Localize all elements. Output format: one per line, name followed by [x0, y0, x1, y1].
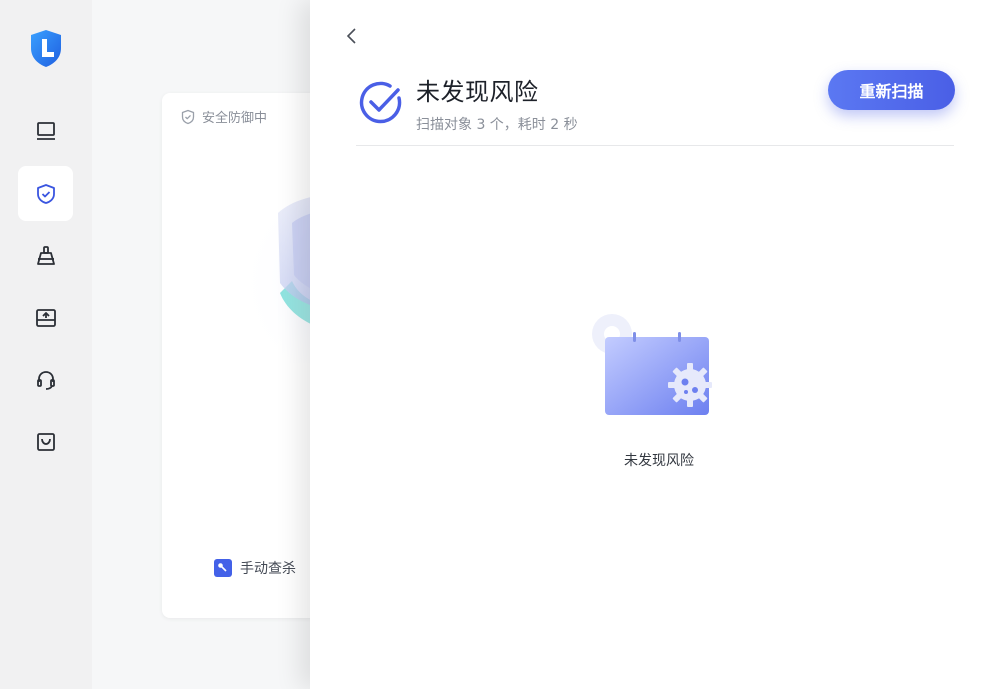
manual-scan-label: 手动查杀	[240, 561, 296, 577]
manual-scan-button[interactable]: 手动查杀	[214, 558, 296, 578]
bag-icon	[36, 432, 55, 451]
sidebar	[0, 0, 92, 689]
sidebar-item-monitor[interactable]	[18, 103, 73, 158]
scan-result-drawer: 未发现风险 扫描对象 3 个，耗时 2 秒 重新扫描 未发现风险	[310, 0, 999, 689]
shield-check-icon	[36, 183, 55, 204]
sidebar-item-security[interactable]	[18, 166, 73, 221]
drive-upload-icon	[35, 308, 56, 327]
headset-icon	[36, 370, 55, 390]
back-button[interactable]	[340, 24, 364, 48]
sidebar-item-store[interactable]	[18, 414, 73, 469]
no-risk-illustration	[592, 314, 712, 415]
empty-state-text: 未发现风险	[624, 453, 694, 469]
divider	[356, 145, 954, 146]
monitor-icon	[36, 121, 55, 140]
check-circle-icon	[359, 81, 402, 124]
result-subtitle: 扫描对象 3 个，耗时 2 秒	[416, 117, 578, 133]
protection-status-label: 安全防御中	[202, 111, 268, 126]
result-title: 未发现风险	[416, 78, 539, 106]
shield-check-icon	[181, 109, 195, 124]
app-window: 安全防御中 手动查杀 未发现风险 扫描对象 3 个，耗时 2 秒 重新扫描 未发…	[0, 0, 999, 689]
broom-icon	[36, 245, 55, 265]
shield-logo-icon	[31, 30, 61, 67]
protection-status: 安全防御中	[180, 107, 267, 126]
sidebar-item-support[interactable]	[18, 352, 73, 407]
sidebar-item-storage[interactable]	[18, 290, 73, 345]
rescan-button[interactable]: 重新扫描	[828, 70, 955, 110]
chevron-left-icon	[346, 28, 356, 44]
wrench-icon	[214, 559, 232, 577]
sidebar-item-cleanup[interactable]	[18, 228, 73, 283]
